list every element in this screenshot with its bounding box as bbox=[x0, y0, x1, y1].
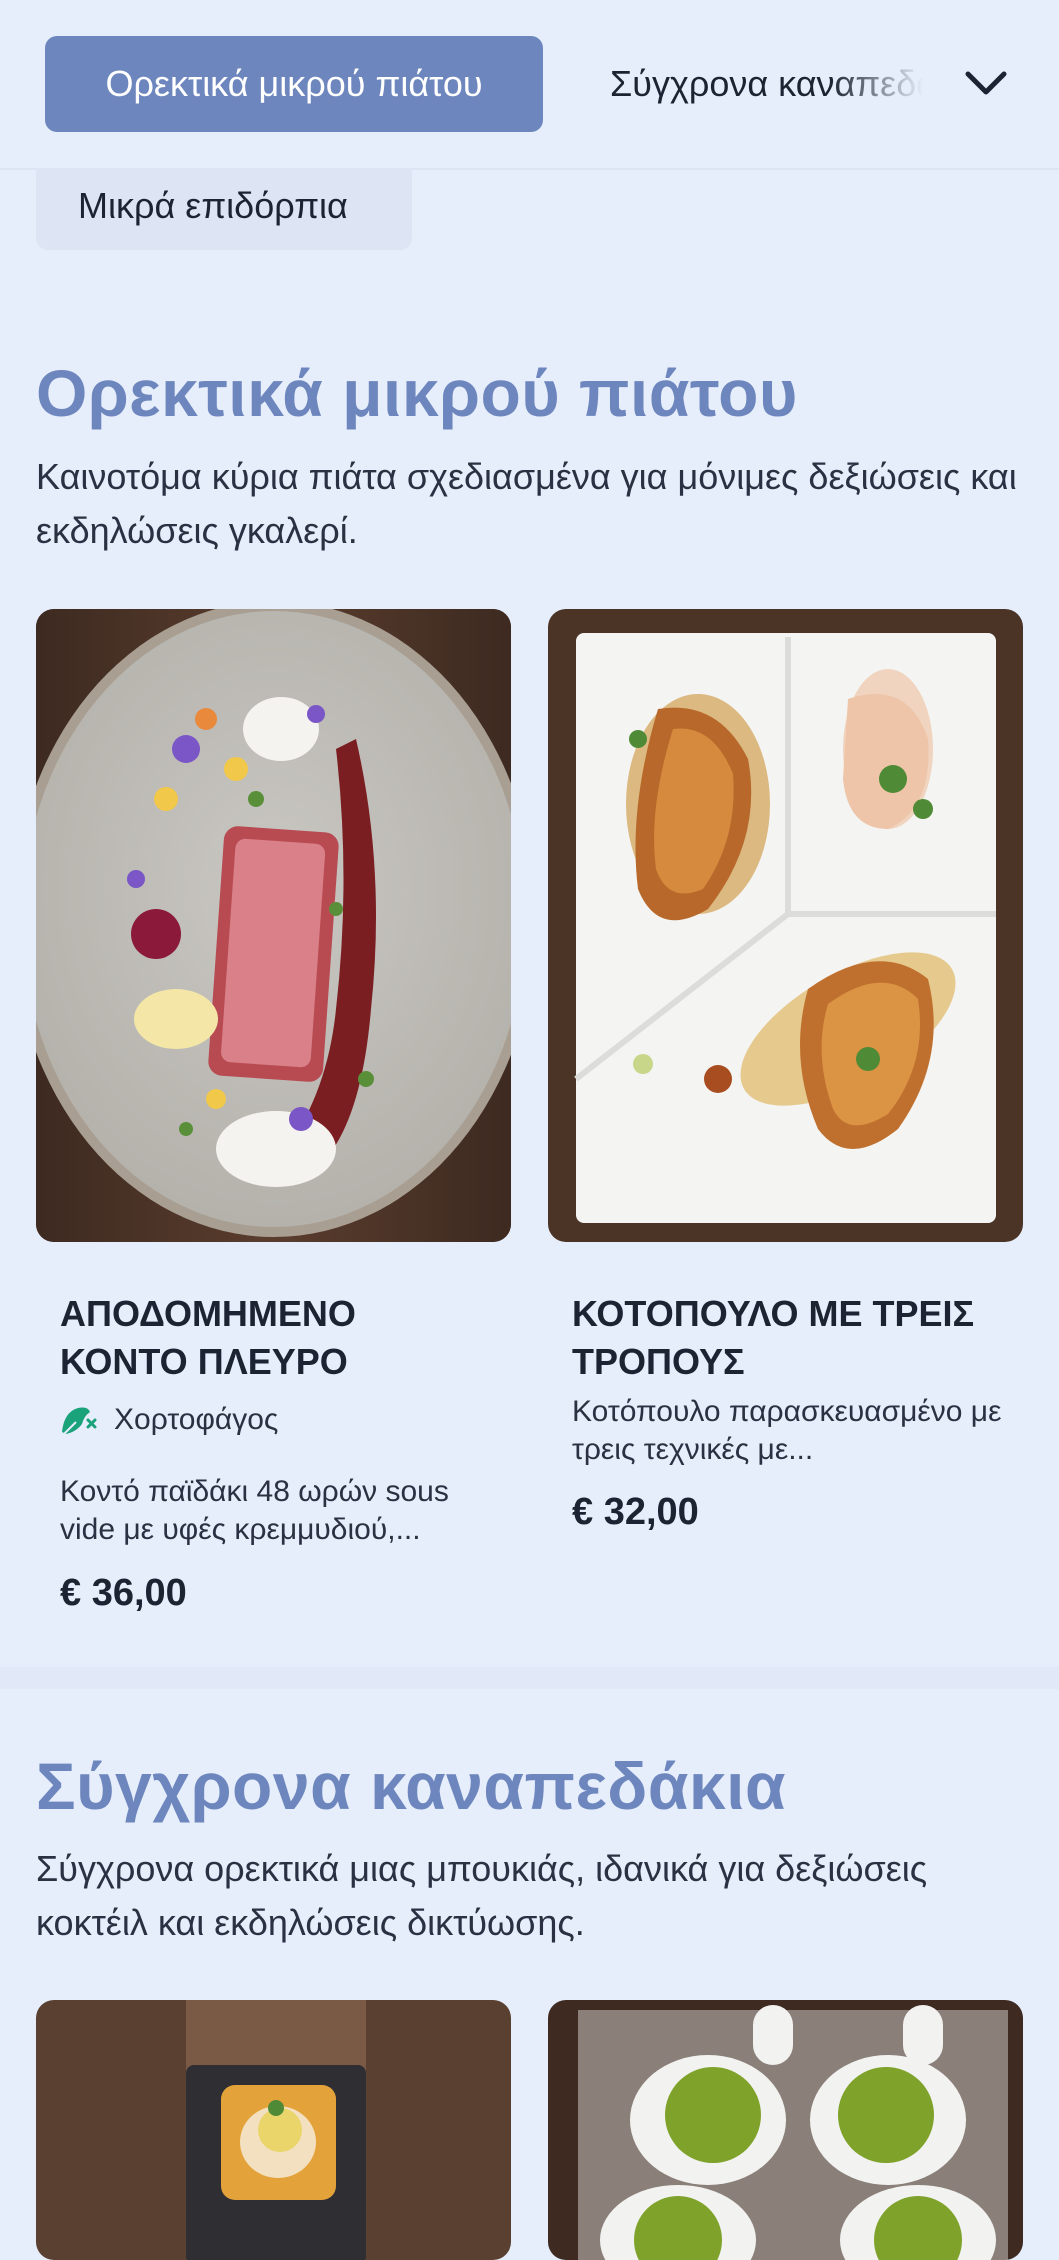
section-title: Ορεκτικά μικρού πιάτου bbox=[36, 356, 798, 430]
section-title: Σύγχρονα καναπεδάκια bbox=[36, 1749, 787, 1823]
section-description: Καινοτόμα κύρια πιάτα σχεδιασμένα για μό… bbox=[36, 456, 1017, 551]
tab-modern-canapes[interactable]: Σύγχρονα καναπεδάκια bbox=[610, 36, 940, 132]
item-description: Κοτόπουλο παρασκευασμένο με τρεις τεχνικ… bbox=[572, 1395, 1002, 1466]
chicken-three-ways-image[interactable] bbox=[548, 609, 1023, 1242]
vegetarian-label: Χορτοφάγος bbox=[114, 1403, 279, 1436]
spoon-canape-image[interactable] bbox=[548, 2000, 1023, 2260]
chevron-down-icon[interactable] bbox=[958, 55, 1014, 111]
category-nav: Ορεκτικά μικρού πιάτου Σύγχρονα καναπεδά… bbox=[0, 0, 1059, 170]
vegetarian-badge: Χορτοφάγος bbox=[60, 1402, 278, 1438]
tab-small-plate-appetizers[interactable]: Ορεκτικά μικρού πιάτου bbox=[45, 36, 543, 132]
item-name[interactable]: ΑΠΟΔΟΜΗΜΕΝΟ ΚΟΝΤΟ ΠΛΕΥΡΟ bbox=[60, 1290, 490, 1386]
item-description: Κοντό παϊδάκι 48 ωρών sous vide με υφές … bbox=[60, 1475, 449, 1546]
tab-small-desserts[interactable]: Μικρά επιδόρπια bbox=[36, 162, 412, 250]
canape-image[interactable] bbox=[36, 2000, 511, 2260]
section-divider bbox=[0, 1667, 1059, 1689]
item-name[interactable]: ΚΟΤΟΠΟΥΛΟ ΜΕ ΤΡΕΙΣ ΤΡΟΠΟΥΣ bbox=[572, 1290, 1002, 1386]
section-description: Σύγχρονα ορεκτικά μιας μπουκιάς, ιδανικά… bbox=[36, 1848, 928, 1943]
item-price: € 32,00 bbox=[572, 1491, 699, 1533]
short-rib-image[interactable] bbox=[36, 609, 511, 1242]
item-price: € 36,00 bbox=[60, 1572, 187, 1614]
vegetarian-leaf-icon bbox=[60, 1402, 100, 1438]
